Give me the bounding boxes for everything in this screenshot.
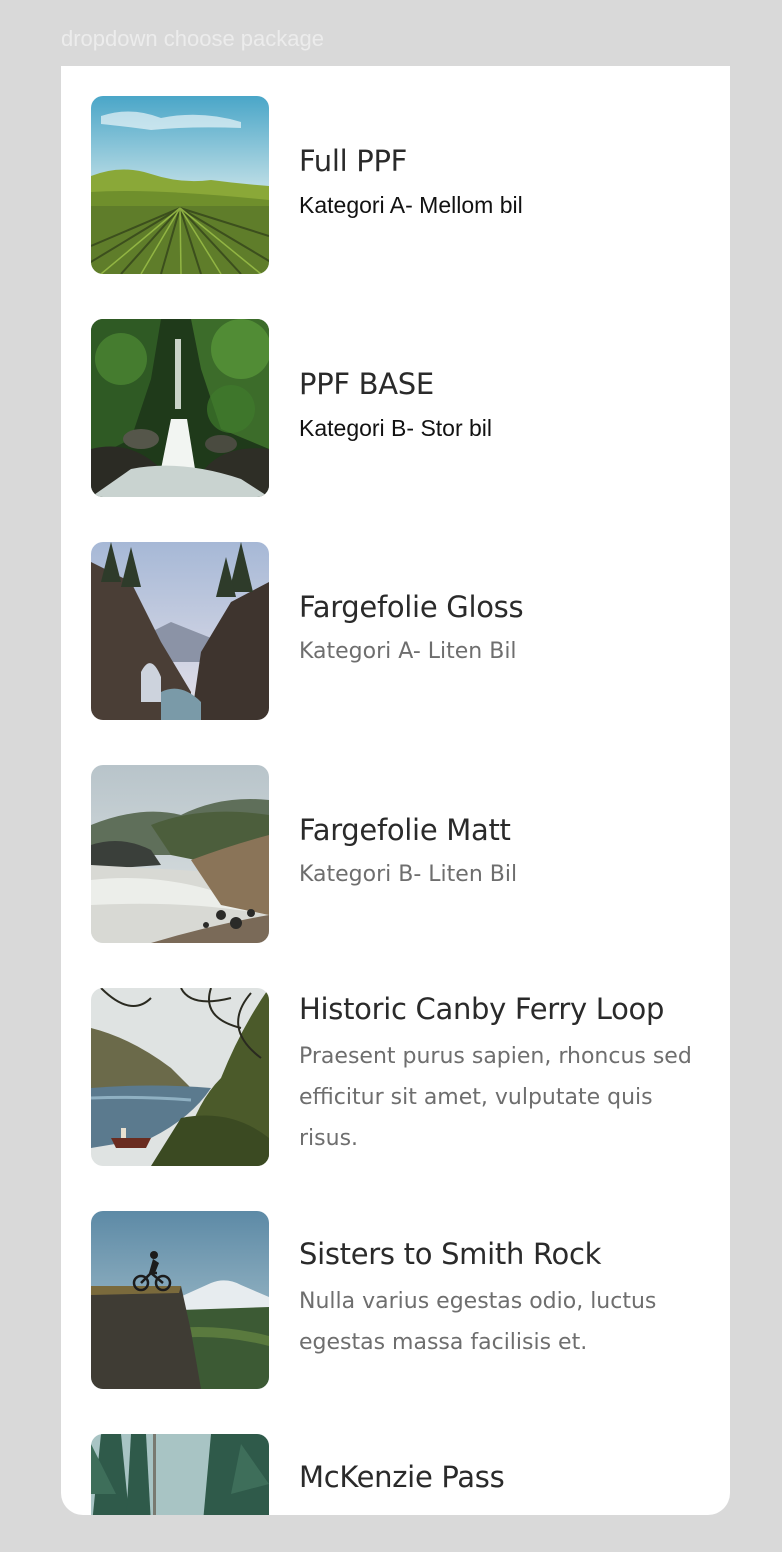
package-subtitle: Kategori B- Liten Bil [299,862,518,887]
package-description: Praesent purus sapien, rhoncus sed effic… [299,1036,711,1159]
package-option-ppf-base[interactable]: PPF BASE Kategori B- Stor bil [91,319,711,497]
package-subtitle: Kategori A- Mellom bil [299,192,523,218]
river-boat-photo-icon [91,988,269,1166]
package-title: Historic Canby Ferry Loop [299,992,665,1026]
package-title: PPF BASE [299,367,434,401]
package-title: McKenzie Pass [299,1460,505,1494]
mountain-biker-photo-icon [91,1211,269,1389]
package-option-fargefolie-gloss[interactable]: Fargefolie Gloss Kategori A- Liten Bil [91,542,711,720]
package-title: Fargefolie Gloss [299,590,524,624]
frame-label: dropdown choose package [61,26,324,51]
coast-photo-icon [91,765,269,943]
package-title: Sisters to Smith Rock [299,1237,602,1271]
vineyard-photo-icon [91,96,269,274]
package-description: Nulla varius egestas odio, luctus egesta… [299,1281,711,1363]
description-line: Nulla varius egestas odio, luctus [299,1289,657,1314]
package-option-mckenzie-pass[interactable]: McKenzie Pass [91,1434,711,1515]
forest-photo-icon [91,1434,269,1515]
package-option-fargefolie-matt[interactable]: Fargefolie Matt Kategori B- Liten Bil [91,765,711,943]
description-line: risus. [299,1126,359,1151]
package-title: Fargefolie Matt [299,813,511,847]
package-option-historic-canby-ferry-loop[interactable]: Historic Canby Ferry Loop Praesent purus… [91,988,711,1188]
description-line: egestas massa facilisis et. [299,1330,588,1355]
description-line: Praesent purus sapien, rhoncus sed [299,1044,692,1069]
waterfall-photo-icon [91,319,269,497]
package-subtitle: Kategori B- Stor bil [299,415,493,441]
rock-arch-photo-icon [91,542,269,720]
description-line: efficitur sit amet, vulputate quis [299,1085,653,1110]
package-subtitle: Kategori A- Liten Bil [299,639,517,664]
package-option-sisters-to-smith-rock[interactable]: Sisters to Smith Rock Nulla varius egest… [91,1211,711,1389]
package-dropdown-list: Full PPF Kategori A- Mellom bil PPF BASE… [61,66,730,1515]
package-option-full-ppf[interactable]: Full PPF Kategori A- Mellom bil [91,96,711,274]
package-title: Full PPF [299,144,408,178]
